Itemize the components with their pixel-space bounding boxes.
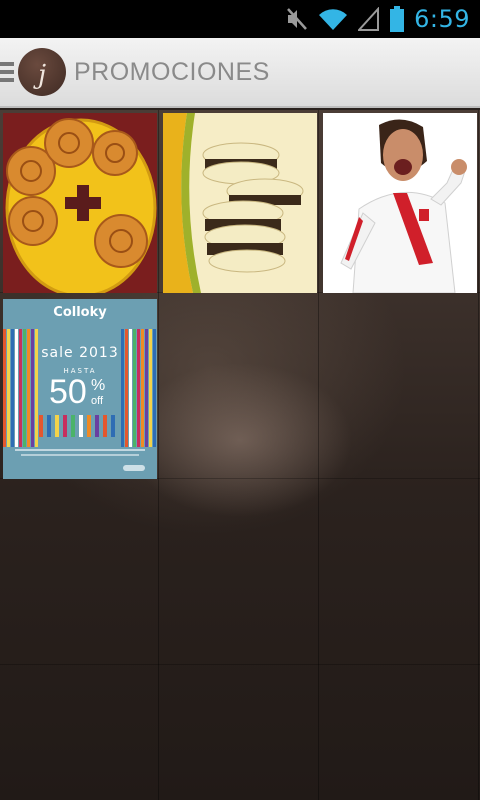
promo-tile-cinnamon-rolls[interactable] [3, 113, 157, 293]
colloky-brand: Colloky [53, 305, 107, 320]
promotions-grid: Colloky sale 2013 HASTA 50 % off [0, 110, 480, 800]
app-logo[interactable]: j [18, 48, 66, 96]
page-title: PROMOCIONES [74, 57, 270, 86]
colloky-off: off [91, 395, 104, 407]
wifi-icon [318, 7, 348, 31]
colloky-discount: 50 [49, 373, 87, 411]
cinnamon-rolls-image [3, 113, 157, 293]
status-bar: 6:59 [0, 0, 480, 38]
colloky-percent: % [91, 377, 106, 394]
signal-icon [358, 7, 380, 31]
mute-icon [286, 6, 308, 32]
promo-tile-peru-fan[interactable] [323, 113, 477, 293]
status-time: 6:59 [414, 5, 470, 33]
alfajores-image [163, 113, 317, 293]
promo-tile-alfajores[interactable] [163, 113, 317, 293]
menu-icon[interactable] [0, 62, 14, 82]
peru-fan-image [323, 113, 477, 293]
colloky-headline: sale 2013 [41, 345, 119, 361]
battery-icon [390, 6, 405, 32]
logo-letter: j [37, 60, 47, 90]
promo-tile-colloky-sale[interactable]: Colloky sale 2013 HASTA 50 % off [3, 299, 157, 479]
action-bar: j PROMOCIONES [0, 38, 480, 108]
